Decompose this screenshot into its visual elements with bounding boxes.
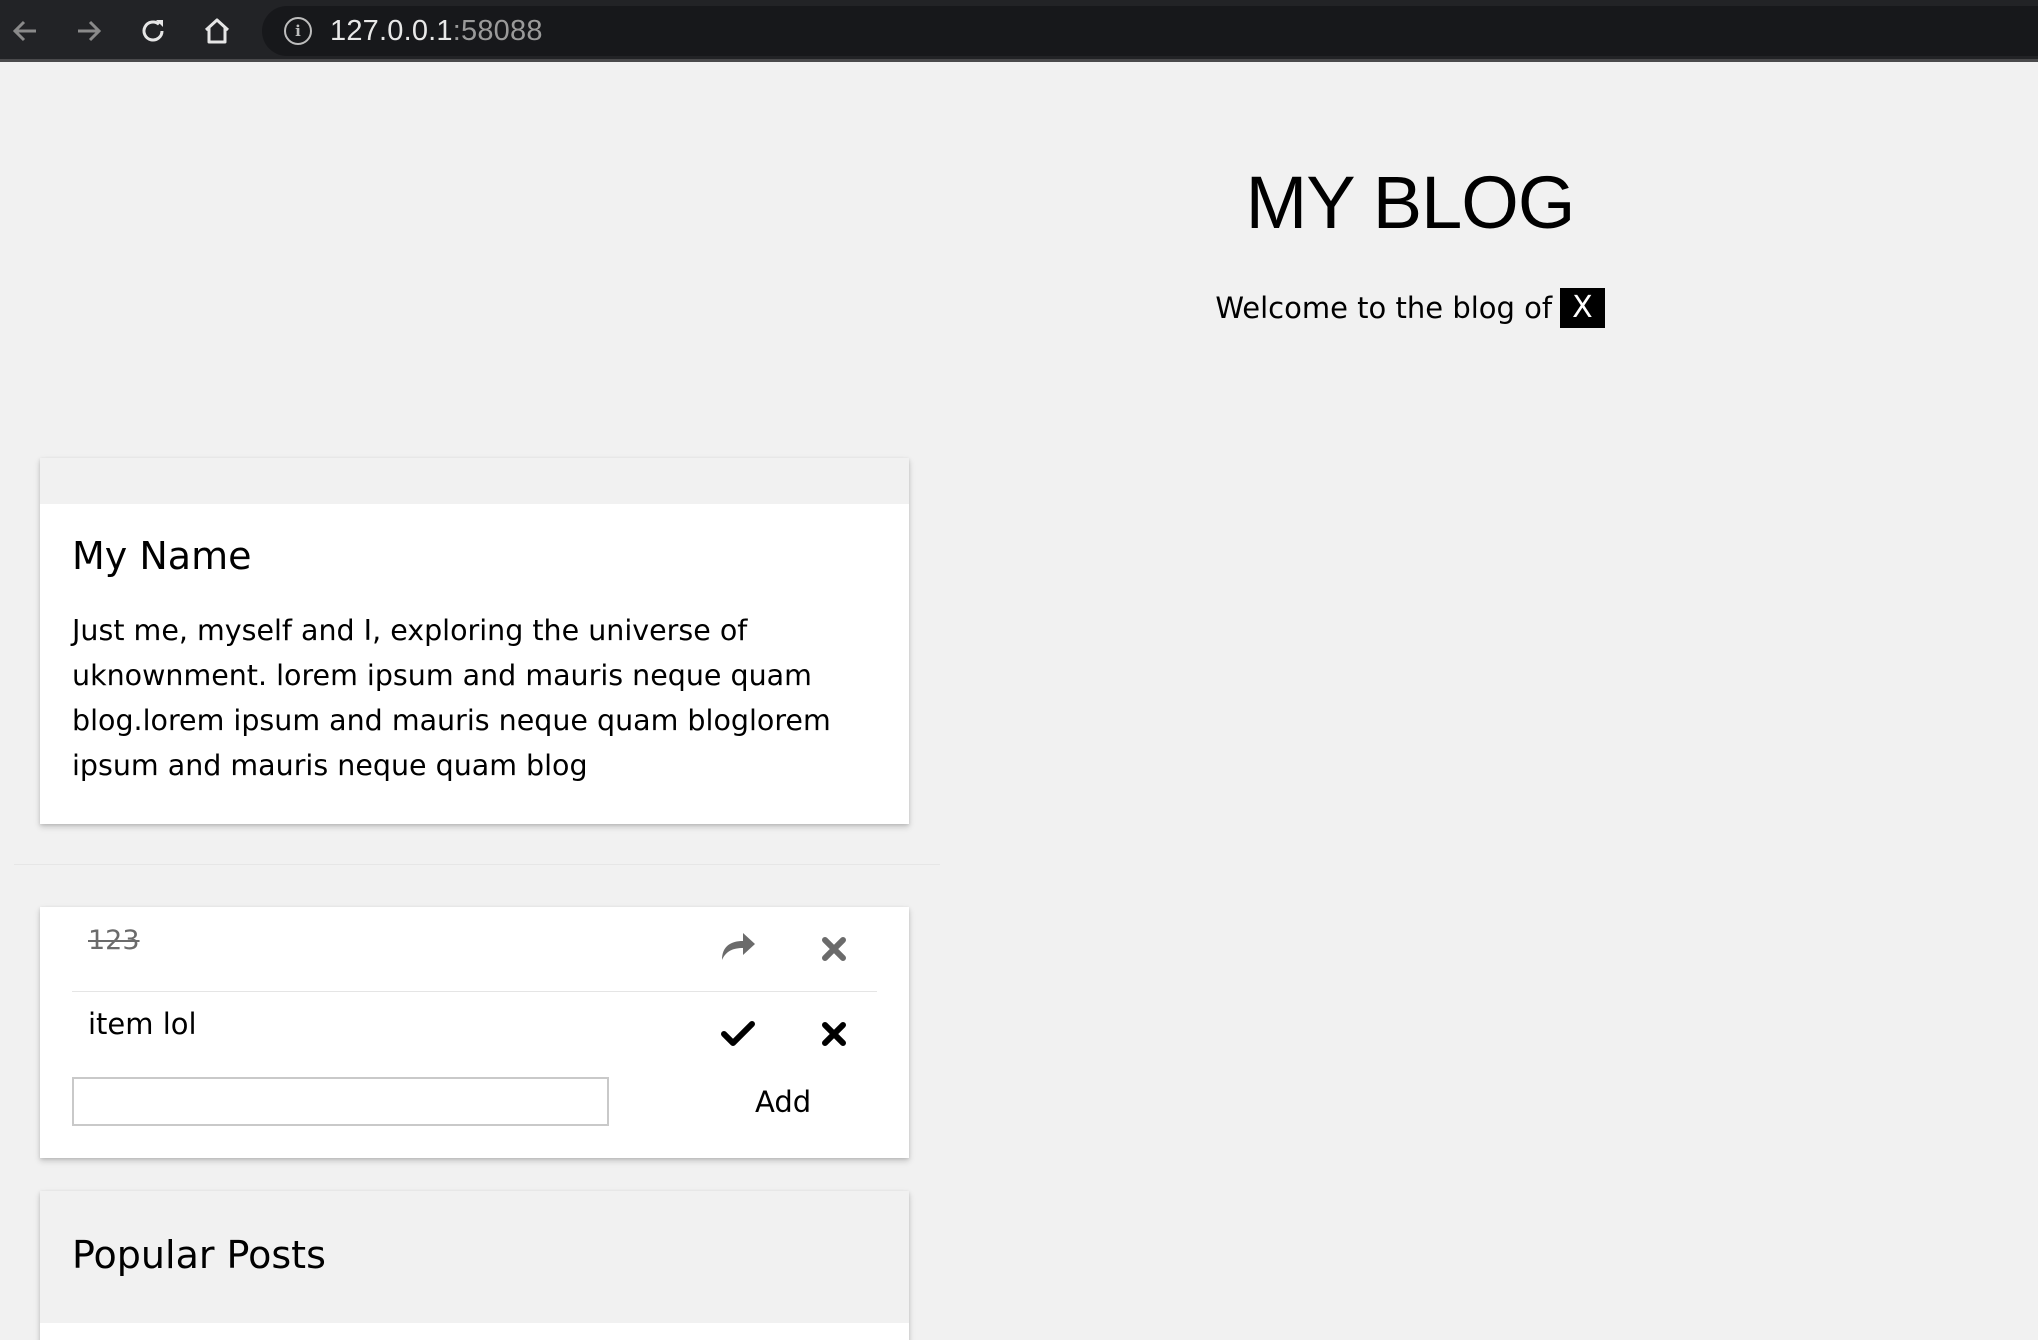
about-card-image [40,458,909,504]
url-host: 127.0.0.1 [330,14,453,47]
popular-posts-card: Popular Posts [40,1191,909,1340]
welcome-line: Welcome to the blog of X [940,288,1880,328]
todo-add-row: Add [72,1077,877,1143]
forward-arrow-icon[interactable] [66,8,112,54]
close-icon[interactable] [812,927,856,971]
reload-icon[interactable] [130,8,176,54]
url-text: 127.0.0.1:58088 [330,15,543,48]
redo-arrow-icon[interactable] [716,923,760,967]
address-bar[interactable]: i 127.0.0.1:58088 [262,6,2038,56]
popular-posts-title: Popular Posts [72,1233,326,1277]
todo-item: item lol [72,992,877,1077]
divider [14,864,940,865]
todo-input[interactable] [72,1077,609,1126]
about-text: Just me, myself and I, exploring the uni… [72,614,831,782]
page-title: MY BLOG [1245,161,1576,244]
add-button[interactable]: Add [755,1077,811,1126]
back-arrow-icon[interactable] [2,8,48,54]
todo-list: 123 item lol [72,907,877,1077]
info-icon[interactable]: i [284,17,312,45]
todo-item: 123 [72,907,877,992]
about-card: My Name Just me, myself and I, exploring… [40,458,909,824]
welcome-tag: X [1560,288,1605,328]
popular-posts-body [40,1323,909,1340]
welcome-text: Welcome to the blog of [1215,291,1553,325]
browser-toolbar: i 127.0.0.1:58088 [0,0,2038,62]
todo-card: 123 item lol Add [40,907,909,1158]
home-icon[interactable] [194,8,240,54]
checkmark-icon[interactable] [716,1012,760,1056]
todo-item-text: 123 [88,925,140,956]
todo-item-text: item lol [88,1007,197,1041]
url-port: :58088 [452,14,543,47]
close-icon[interactable] [812,1012,856,1056]
about-name: My Name [72,534,252,578]
